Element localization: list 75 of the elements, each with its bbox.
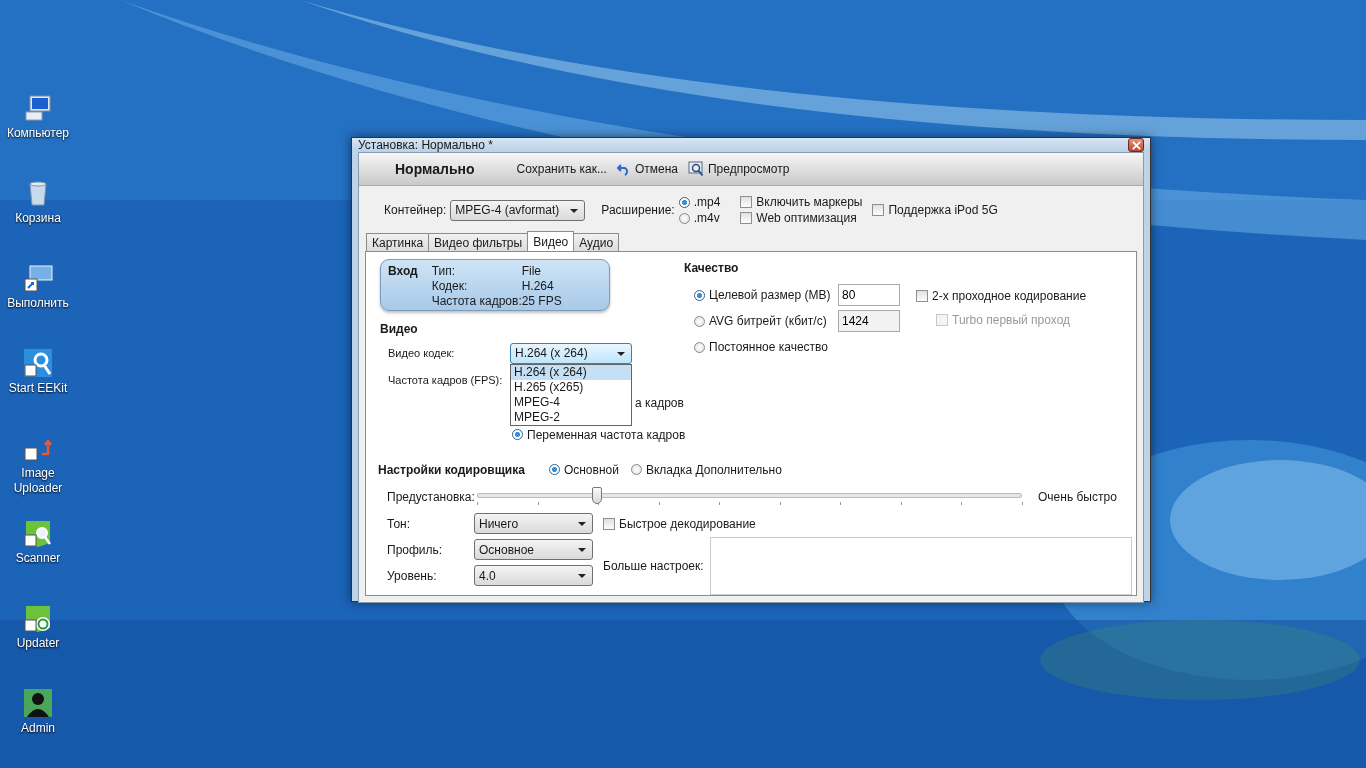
caret-icon <box>578 548 586 552</box>
dropdown-option[interactable]: H.264 (x 264) <box>511 365 631 380</box>
quality-input[interactable]: 80 <box>838 284 900 306</box>
preset-name: Нормально <box>395 161 475 177</box>
source-heading: Вход <box>388 264 418 280</box>
dropdown-option[interactable]: MPEG-4 <box>511 395 631 410</box>
extension-radio[interactable]: .m4v <box>678 210 720 226</box>
encoder-dropdown[interactable]: Ничего <box>474 513 593 534</box>
more-settings-label: Больше настроек: <box>603 559 704 573</box>
source-label: Частота кадров: <box>431 294 522 309</box>
field-label: Тон: <box>387 516 412 531</box>
fps-label: Частота кадров (FPS): <box>388 374 504 386</box>
option-checkbox[interactable]: Поддержка iPod 5G <box>872 202 998 218</box>
option-checkbox[interactable]: Включить маркеры <box>740 194 863 210</box>
section-heading: Настройки кодировщика <box>378 462 525 477</box>
section-heading: Качество <box>684 261 740 275</box>
caret-icon <box>578 574 586 578</box>
desktop-icon-label[interactable]: Выполнить <box>3 296 73 311</box>
quality-radio[interactable]: Постоянное качество <box>694 339 838 355</box>
window-title: Установка: Нормально * <box>358 138 493 152</box>
source-value: File <box>521 264 542 279</box>
tab[interactable]: Картинка <box>366 233 430 251</box>
section-heading: Видео <box>380 322 419 336</box>
cancel-button[interactable]: Отмена <box>616 162 678 176</box>
dropdown-option[interactable]: H.265 (x265) <box>511 380 631 395</box>
desktop-icon-label[interactable]: Updater <box>3 636 73 651</box>
run-icon[interactable] <box>22 262 54 294</box>
desktop-icon-label[interactable]: Admin <box>3 721 73 736</box>
extension-label: Расширение: <box>601 203 675 217</box>
field-label: Уровень: <box>387 568 438 583</box>
undo-icon <box>616 162 631 176</box>
tab[interactable]: Аудио <box>573 233 620 251</box>
source-value: H.264 <box>521 279 555 294</box>
tab[interactable]: Видео <box>527 231 575 251</box>
close-button[interactable] <box>1128 138 1144 152</box>
preview-button[interactable]: Предпросмотр <box>687 161 790 177</box>
codec-label: Видео кодек: <box>388 347 456 359</box>
source-label: Тип: <box>431 264 456 279</box>
source-value: 25 FPS <box>521 294 562 309</box>
container-dropdown[interactable]: MPEG-4 (avformat) <box>450 199 586 221</box>
slider-thumb[interactable] <box>591 487 602 504</box>
option-checkbox[interactable]: Web оптимизация <box>740 210 857 226</box>
desktop-icon-label[interactable]: Компьютер <box>3 126 73 141</box>
more-settings-field[interactable] <box>709 537 1132 595</box>
user-icon[interactable] <box>22 687 54 719</box>
magnifier-icon[interactable] <box>22 347 54 379</box>
desktop-icon-label[interactable]: Start EEKit <box>3 381 73 396</box>
preset-reading: Очень быстро <box>1038 490 1117 504</box>
extension-radio[interactable]: .mp4 <box>678 194 721 210</box>
two-pass-checkbox[interactable]: 2-х проходное кодирование <box>916 288 1087 303</box>
codec-dropdown[interactable]: H.264 (x 264) <box>510 342 632 364</box>
encoder-dropdown[interactable]: Основное <box>474 539 593 560</box>
computer-icon[interactable] <box>22 92 54 124</box>
fast-decode-checkbox[interactable]: Быстрое декодирование <box>603 516 756 531</box>
fps-mode-label: а кадров <box>635 396 684 411</box>
caret-icon <box>570 208 579 213</box>
preset-label: Предустановка: <box>387 490 476 504</box>
save-as-button[interactable]: Сохранить как... <box>516 162 607 176</box>
encoder-mode-radio[interactable]: Основной <box>548 462 619 477</box>
encoder-mode-radio[interactable]: Вкладка Дополнительно <box>630 462 782 477</box>
encoder-dropdown[interactable]: 4.0 <box>474 565 593 586</box>
tab[interactable]: Видео фильтры <box>428 233 529 251</box>
quality-radio[interactable]: Целевой размер (MB) <box>694 287 838 303</box>
caret-icon <box>617 351 625 356</box>
caret-icon <box>578 522 586 526</box>
preset-slider[interactable] <box>477 487 1022 507</box>
desktop-icon-label[interactable]: Корзина <box>3 211 73 226</box>
container-label: Контейнер: <box>384 203 447 217</box>
dropdown-option[interactable]: MPEG-2 <box>511 410 631 425</box>
source-label: Кодек: <box>431 279 469 294</box>
fps-mode-radio[interactable]: Переменная частота кадров <box>512 427 686 442</box>
desktop-icon-label[interactable]: Scanner <box>3 551 73 566</box>
preview-icon <box>687 161 704 177</box>
desktop-icon-label[interactable]: Image Uploader <box>3 466 73 496</box>
field-label: Профиль: <box>387 542 444 557</box>
